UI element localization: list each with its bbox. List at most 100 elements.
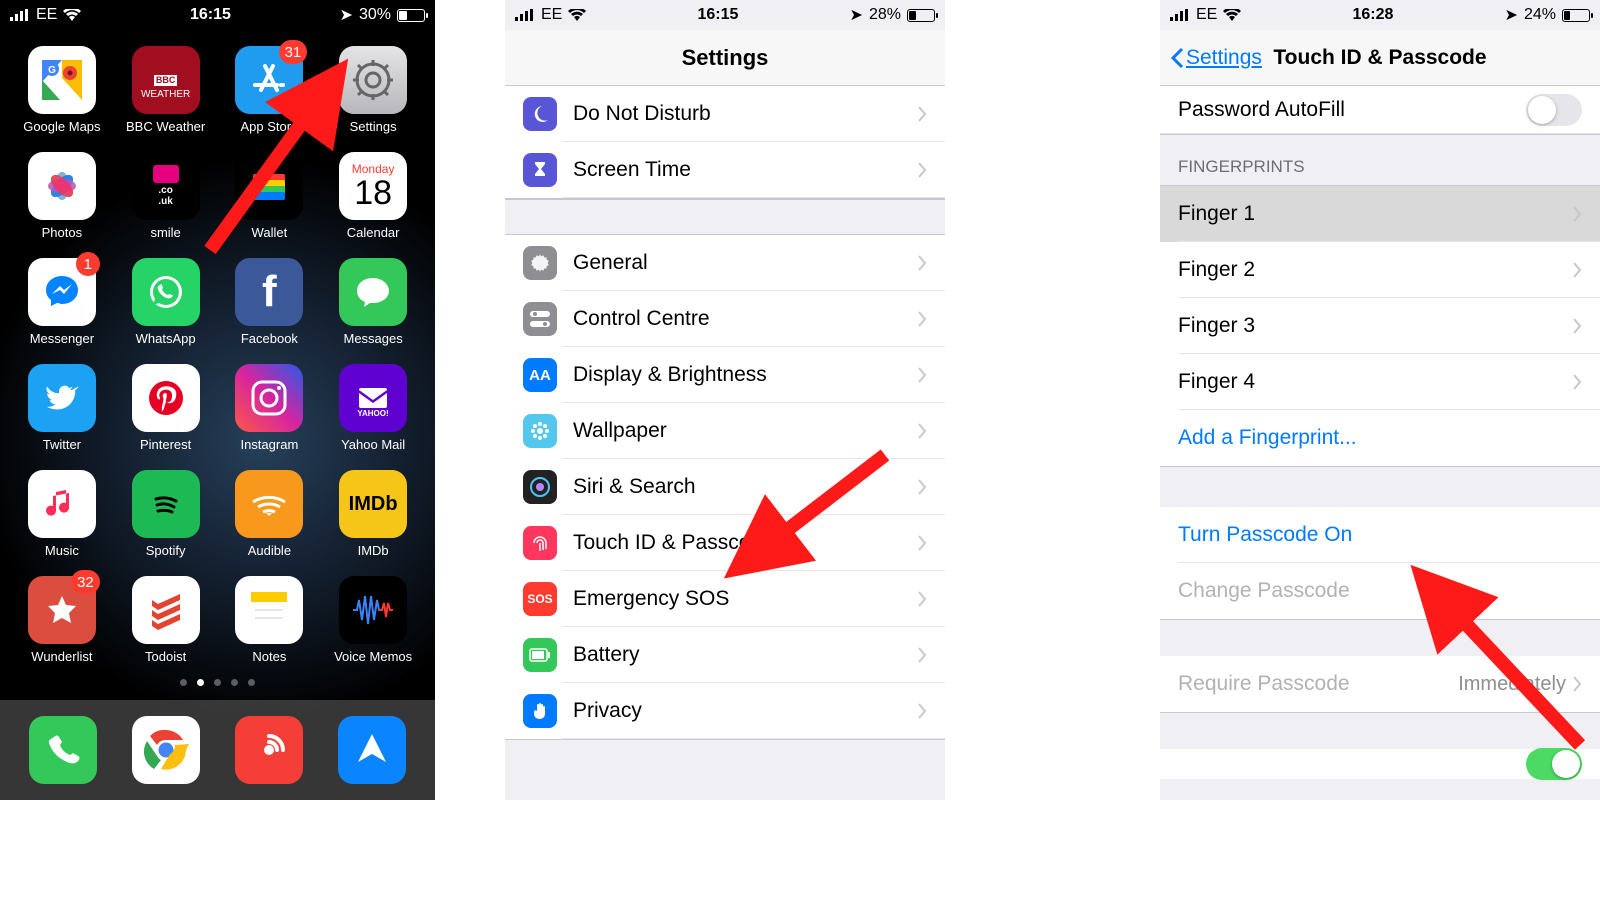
chevron-right-icon [917,311,927,327]
row-label: Finger 2 [1178,258,1572,282]
battery-icon [907,9,935,22]
app-label: Twitter [43,437,81,452]
section-header-fingerprints: FINGERPRINTS [1160,135,1600,186]
app-label: Music [45,543,79,558]
app-label: Photos [42,225,82,240]
carrier-label: EE [36,6,57,24]
dock-app-arrow[interactable] [338,716,406,784]
chevron-right-icon [917,106,927,122]
row-control-centre[interactable]: Control Centre [505,291,945,347]
dock-app-pocket-casts[interactable] [235,716,303,784]
app-audible[interactable]: Audible [220,470,320,558]
svg-text:YAHOO!: YAHOO! [357,409,388,418]
chevron-right-icon [1572,374,1582,390]
row-label: Battery [573,643,917,667]
app-todoist[interactable]: Todoist [116,576,216,664]
app-messages[interactable]: Messages [323,258,423,346]
row-label: Finger 3 [1178,314,1572,338]
app-google-maps[interactable]: G Google Maps [12,46,112,134]
app-yahoo-mail[interactable]: YAHOO! Yahoo Mail [323,364,423,452]
row-label: Password AutoFill [1178,98,1526,122]
toggle-autofill[interactable] [1526,94,1582,126]
app-label: WhatsApp [136,331,196,346]
app-spotify[interactable]: Spotify [116,470,216,558]
hourglass-icon [523,153,557,187]
app-label: Messenger [30,331,94,346]
app-label: Voice Memos [334,649,412,664]
SOS-icon: SOS [523,582,557,616]
row-label: Display & Brightness [573,363,917,387]
app-label: Todoist [145,649,186,664]
row-add-fingerprint[interactable]: Add a Fingerprint... [1160,410,1600,466]
location-icon: ➤ [340,5,353,25]
annotation-arrow [190,50,360,265]
carrier-label: EE [541,6,562,24]
clock: 16:15 [697,6,738,24]
signal-icon [1170,9,1190,21]
row-screen-time[interactable]: Screen Time [505,142,945,198]
row-password-autofill[interactable]: Password AutoFill [1160,86,1600,134]
chevron-right-icon [917,162,927,178]
flower-icon [523,414,557,448]
toggles-icon [523,302,557,336]
row-finger-1[interactable]: Finger 1 [1160,186,1600,242]
annotation-arrow [1390,555,1590,760]
row-label: Privacy [573,699,917,723]
app-label: Instagram [240,437,298,452]
touchid-screen: EE 16:28 ➤ 24% Settings Touch ID & Passc… [1160,0,1600,800]
row-finger-4[interactable]: Finger 4 [1160,354,1600,410]
app-facebook[interactable]: f Facebook [220,258,320,346]
wifi-icon [568,9,586,21]
row-general[interactable]: General [505,235,945,291]
home-screen: EE 16:15 ➤ 30% G Google MapsBBCWEATHER B… [0,0,435,800]
dock-app-chrome[interactable] [132,716,200,784]
app-notes[interactable]: Notes [220,576,320,664]
row-display-brightness[interactable]: AA Display & Brightness [505,347,945,403]
app-instagram[interactable]: Instagram [220,364,320,452]
back-button[interactable]: Settings [1170,46,1262,70]
app-pinterest[interactable]: Pinterest [116,364,216,452]
section-separator [505,199,945,235]
signal-icon [10,9,30,21]
app-label: Notes [252,649,286,664]
chevron-right-icon [1572,262,1582,278]
nav-bar: Settings [505,30,945,86]
app-label: smile [150,225,180,240]
row-label: General [573,251,917,275]
app-messenger[interactable]: 1 Messenger [12,258,112,346]
app-label: Wunderlist [31,649,92,664]
app-twitter[interactable]: Twitter [12,364,112,452]
battery-pct: 30% [359,6,391,24]
page-title: Settings [682,45,769,71]
chevron-left-icon [1170,47,1184,69]
app-label: IMDb [358,543,389,558]
settings-screen: EE 16:15 ➤ 28% Settings Do Not Disturb S… [505,0,945,800]
chevron-right-icon [917,535,927,551]
status-bar: EE 16:15 ➤ 28% [505,0,945,30]
signal-icon [515,9,535,21]
app-whatsapp[interactable]: WhatsApp [116,258,216,346]
app-wunderlist[interactable]: 32 Wunderlist [12,576,112,664]
chevron-right-icon [917,591,927,607]
chevron-right-icon [917,255,927,271]
app-voice-memos[interactable]: Voice Memos [323,576,423,664]
row-label: Screen Time [573,158,917,182]
row-do-not-disturb[interactable]: Do Not Disturb [505,86,945,142]
dock-app-phone[interactable] [29,716,97,784]
AA-icon: AA [523,358,557,392]
row-battery[interactable]: Battery [505,627,945,683]
row-finger-3[interactable]: Finger 3 [1160,298,1600,354]
row-privacy[interactable]: Privacy [505,683,945,739]
app-music[interactable]: Music [12,470,112,558]
row-finger-2[interactable]: Finger 2 [1160,242,1600,298]
status-bar: EE 16:28 ➤ 24% [1160,0,1600,30]
page-indicator[interactable] [0,679,435,686]
annotation-arrow [715,445,895,600]
app-imdb[interactable]: IMDb IMDb [323,470,423,558]
battery-pct: 24% [1524,6,1556,24]
battery-icon [1562,9,1590,22]
app-photos[interactable]: Photos [12,152,112,240]
row-label: Add a Fingerprint... [1178,426,1582,450]
app-label: Google Maps [23,119,100,134]
svg-text:G: G [48,65,56,76]
